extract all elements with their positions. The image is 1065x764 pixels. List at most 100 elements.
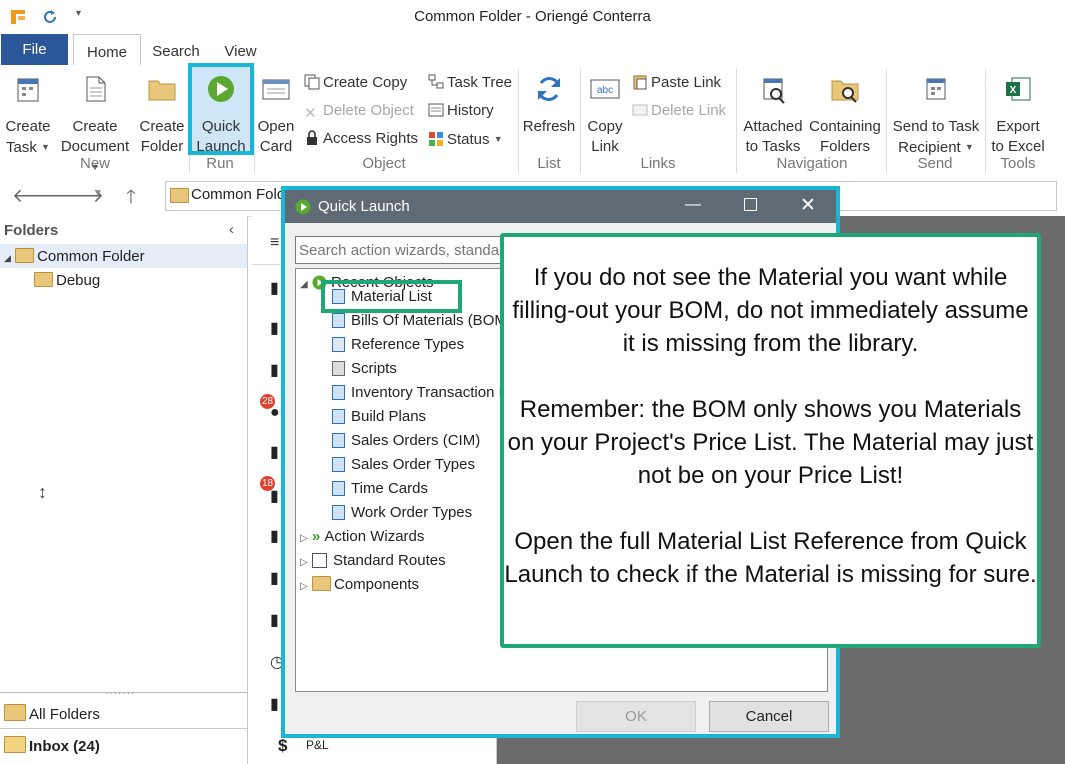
- ok-button[interactable]: OK: [576, 701, 696, 732]
- wizard-arrows-icon: »: [312, 528, 321, 545]
- up-arrow-icon[interactable]: 🡑: [126, 183, 136, 215]
- folder-icon: [170, 188, 189, 203]
- tree-item-material-list[interactable]: Material List: [332, 286, 432, 308]
- tab-search[interactable]: Search: [146, 34, 206, 65]
- tree-item-label: Sales Orders (CIM): [351, 432, 481, 449]
- list-icon: [332, 313, 345, 328]
- maximize-icon[interactable]: [744, 198, 757, 211]
- folder-icon: [15, 248, 35, 263]
- tree-item-debug[interactable]: Debug: [34, 272, 100, 289]
- list-menu-icon[interactable]: ≡: [270, 234, 279, 252]
- containing-folders-button[interactable]: Containing Folders: [807, 73, 883, 157]
- list-icon: [332, 385, 345, 400]
- open-card-button[interactable]: Open Card: [256, 73, 296, 157]
- refresh-icon: [537, 77, 561, 101]
- cancel-button[interactable]: Cancel: [709, 701, 829, 732]
- attached-to-tasks-label-2: to Tasks: [745, 138, 801, 155]
- refresh-label: Refresh: [522, 118, 576, 135]
- list-item-icon: ▮: [270, 570, 279, 587]
- open-card-label-2: Card: [259, 138, 293, 155]
- splitter-grip[interactable]: ·······: [105, 688, 135, 699]
- tree-item-build-plans[interactable]: Build Plans: [332, 406, 426, 428]
- paste-link-button[interactable]: Paste Link: [632, 72, 721, 96]
- tree-node-components[interactable]: ▷ Components: [300, 574, 419, 596]
- title-bar: ▾ Common Folder - Oriengé Conterra: [0, 0, 1065, 34]
- tree-item-work-order-types[interactable]: Work Order Types: [332, 502, 472, 524]
- tree-item-label: Reference Types: [351, 336, 465, 353]
- create-document-label-2: Document: [60, 138, 130, 155]
- copy-link-button[interactable]: abc Copy Link: [582, 73, 628, 157]
- export-to-excel-label-1: Export: [996, 118, 1040, 135]
- tree-item-common-folder[interactable]: ◢ Common Folder: [4, 248, 145, 265]
- group-label-list: List: [537, 155, 561, 172]
- tree-collapsed-icon[interactable]: ▷: [300, 576, 312, 598]
- create-copy-button[interactable]: Create Copy: [304, 72, 407, 96]
- inbox-button[interactable]: Inbox (24): [4, 736, 100, 755]
- list-item-label: P&L: [306, 738, 329, 752]
- list-icon: [332, 481, 345, 496]
- list-item-icon: ▮: [270, 488, 279, 505]
- dropdown-caret-icon: ▼: [964, 142, 974, 152]
- containing-folders-label-1: Containing: [809, 118, 881, 135]
- list-icon: [332, 289, 345, 304]
- document-icon: [86, 76, 106, 102]
- access-rights-button[interactable]: Access Rights: [304, 128, 418, 152]
- export-to-excel-label-2: to Excel: [991, 138, 1045, 155]
- group-label-send: Send: [917, 155, 953, 172]
- refresh-button[interactable]: Refresh: [522, 73, 576, 137]
- attached-to-tasks-button[interactable]: Attached to Tasks: [740, 73, 806, 157]
- excel-icon: X: [1006, 77, 1031, 101]
- tree-expand-icon[interactable]: ◢: [4, 253, 11, 263]
- tree-item-sales-order-types[interactable]: Sales Order Types: [332, 454, 475, 476]
- tree-item-reference-types[interactable]: Reference Types: [332, 334, 464, 356]
- tree-item-label: Inventory Transaction E: [351, 384, 509, 401]
- script-icon: [332, 361, 345, 376]
- collapse-pane-icon[interactable]: ‹: [229, 221, 234, 238]
- tab-home[interactable]: Home: [73, 34, 141, 67]
- close-icon[interactable]: ✕: [800, 194, 816, 217]
- tab-view[interactable]: View: [218, 34, 263, 65]
- delete-object-button[interactable]: ✕ Delete Object: [304, 100, 414, 124]
- tree-item-label: Scripts: [351, 360, 397, 377]
- paste-icon: [633, 75, 647, 90]
- inbox-icon: [4, 736, 26, 753]
- tree-item-scripts[interactable]: Scripts: [332, 358, 397, 380]
- link-icon: abc: [590, 79, 620, 99]
- tree-node-standard-routes[interactable]: ▷ Standard Routes: [300, 550, 446, 572]
- tree-node-action-wizards[interactable]: ▷» Action Wizards: [300, 526, 424, 548]
- folder-icon: [34, 272, 53, 287]
- folder-icon: [4, 704, 26, 721]
- tab-file[interactable]: File: [1, 34, 68, 65]
- task-tree-button[interactable]: Task Tree: [428, 72, 512, 96]
- history-dropdown-icon[interactable]: ▼: [93, 188, 103, 199]
- minimize-icon[interactable]: —: [685, 196, 701, 214]
- group-label-links: Links: [640, 155, 676, 172]
- attached-tasks-icon: [763, 78, 785, 104]
- copy-link-label-1: Copy: [587, 118, 623, 135]
- send-to-task-recipient-button[interactable]: Send to Task Recipient ▼: [890, 73, 982, 158]
- tree-node-label: Standard Routes: [333, 552, 446, 569]
- create-folder-label-1: Create: [139, 118, 185, 135]
- tree-item-bills-of-materials[interactable]: Bills Of Materials (BOM: [332, 310, 507, 332]
- tree-item-sales-orders[interactable]: Sales Orders (CIM): [332, 430, 480, 452]
- tree-item-label: Bills Of Materials (BOM: [351, 312, 507, 329]
- tree-collapsed-icon[interactable]: ▷: [300, 528, 312, 550]
- quick-launch-label-1: Quick: [201, 118, 241, 135]
- tree-collapsed-icon[interactable]: ▷: [300, 552, 312, 574]
- tree-item-label: Debug: [56, 272, 101, 289]
- create-task-button[interactable]: Create Task ▼: [2, 73, 54, 158]
- delete-link-button[interactable]: Delete Link: [632, 100, 726, 124]
- tree-expand-icon[interactable]: ◢: [300, 274, 312, 296]
- dropdown-caret-icon: ▼: [41, 142, 50, 152]
- status-button[interactable]: Status ▼: [428, 128, 503, 152]
- history-button[interactable]: History: [428, 100, 494, 124]
- all-folders-button[interactable]: All Folders: [4, 704, 100, 723]
- tree-item-time-cards[interactable]: Time Cards: [332, 478, 428, 500]
- create-document-label-1: Create: [72, 118, 118, 135]
- list-item-icon: ▮: [270, 528, 279, 545]
- export-to-excel-button[interactable]: X Export to Excel: [988, 73, 1048, 157]
- tree-item-inventory-transaction[interactable]: Inventory Transaction E: [332, 382, 509, 404]
- create-folder-button[interactable]: Create Folder: [137, 73, 187, 157]
- group-label-object: Object: [362, 155, 406, 172]
- quick-launch-button[interactable]: Quick Launch: [192, 73, 250, 157]
